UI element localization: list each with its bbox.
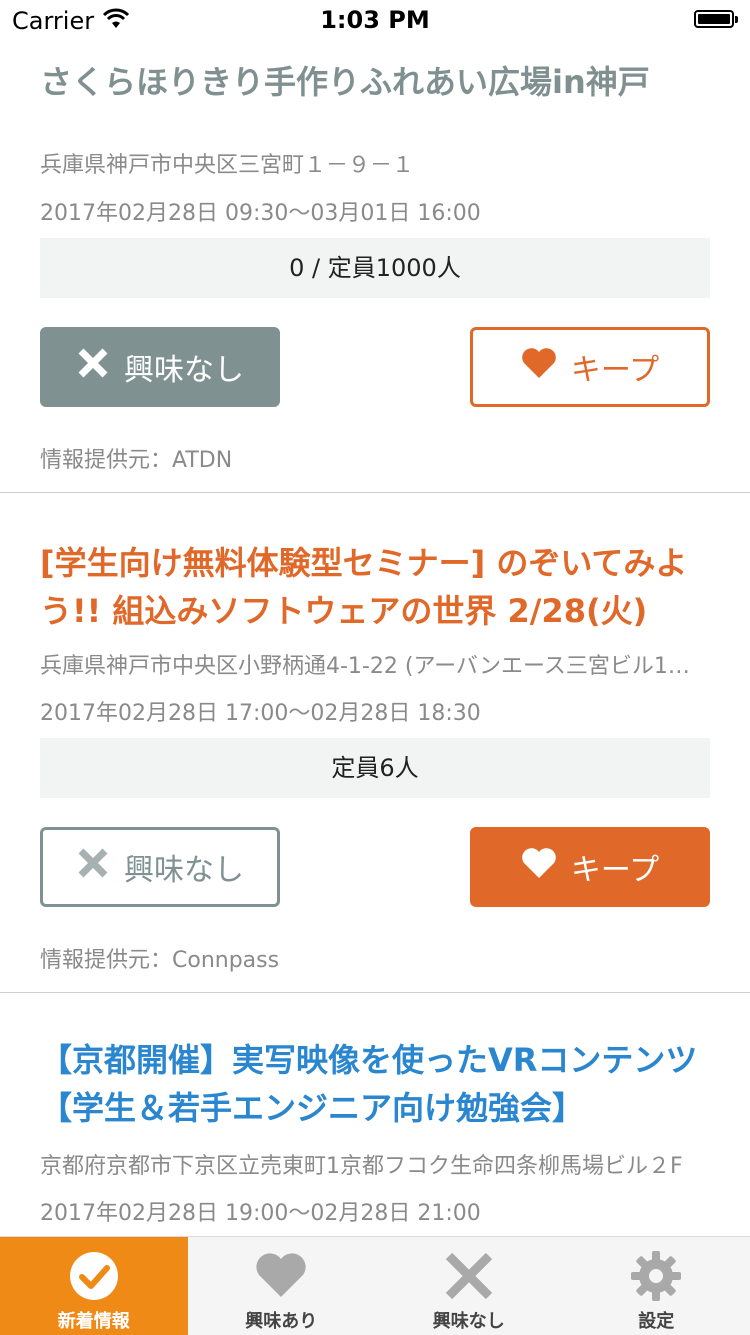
gear-icon: [629, 1249, 683, 1303]
info-source: 情報提供元：Connpass: [40, 942, 279, 974]
ignore-button[interactable]: 興味なし: [40, 327, 280, 407]
tab-not-interested[interactable]: 興味なし: [375, 1237, 563, 1335]
tab-label: 設定: [563, 1307, 750, 1333]
event-date: 2017年02月28日 19:00〜02月28日 21:00: [40, 1195, 710, 1227]
x-icon: [76, 846, 124, 888]
tab-interested[interactable]: 興味あり: [188, 1237, 376, 1335]
status-time: 1:03 PM: [0, 6, 750, 34]
x-icon: [442, 1249, 496, 1303]
heart-icon: [521, 847, 571, 887]
event-address: 兵庫県神戸市中央区小野柄通4-1-22 (アーバンエース三宮ビル1…: [40, 648, 710, 680]
event-date: 2017年02月28日 09:30〜03月01日 16:00: [40, 195, 710, 227]
keep-button[interactable]: キープ: [470, 827, 710, 907]
tab-label: 新着情報: [0, 1307, 188, 1333]
event-title[interactable]: 【京都開催】実写映像を使ったVRコンテンツ【学生＆若手エンジニア向け勉強会】: [40, 1036, 720, 1132]
heart-icon: [254, 1249, 308, 1303]
keep-button[interactable]: キープ: [470, 327, 710, 407]
event-capacity: 定員6人: [40, 738, 710, 798]
event-address: 兵庫県神戸市中央区三宮町１－９－１: [40, 147, 710, 179]
check-circle-icon: [67, 1249, 121, 1303]
event-title[interactable]: さくらほりきり手作りふれあい広場in神戸: [40, 58, 720, 106]
tab-new-info[interactable]: 新着情報: [0, 1237, 188, 1335]
tab-settings[interactable]: 設定: [563, 1237, 750, 1335]
event-title[interactable]: [学生向け無料体験型セミナー] のぞいてみよう!! 組込みソフトウェアの世界 2…: [40, 539, 720, 635]
ignore-button-label: 興味なし: [124, 345, 244, 389]
heart-icon: [521, 347, 571, 387]
tab-label: 興味あり: [188, 1307, 376, 1333]
event-capacity: 0 / 定員1000人: [40, 238, 710, 298]
keep-button-label: キープ: [571, 345, 659, 389]
info-source: 情報提供元：ATDN: [40, 442, 232, 474]
event-date: 2017年02月28日 17:00〜02月28日 18:30: [40, 695, 710, 727]
battery-icon: [694, 10, 738, 30]
tab-label: 興味なし: [375, 1307, 563, 1333]
status-bar: Carrier 1:03 PM: [0, 0, 750, 40]
event-address: 京都府京都市下京区立売東町1京都フコク生命四条柳馬場ビル２F: [40, 1148, 710, 1180]
x-icon: [76, 346, 124, 388]
divider: [0, 992, 750, 993]
keep-button-label: キープ: [571, 845, 659, 889]
divider: [0, 492, 750, 493]
ignore-button-label: 興味なし: [124, 845, 244, 889]
tab-bar: 新着情報 興味あり 興味なし 設定: [0, 1236, 750, 1335]
ignore-button[interactable]: 興味なし: [40, 827, 280, 907]
